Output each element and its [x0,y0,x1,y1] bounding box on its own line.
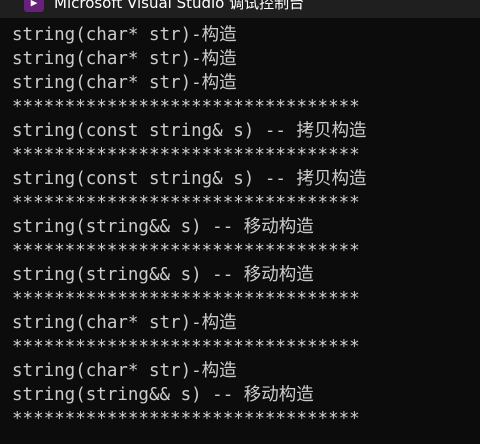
console-line: string(const string& s) -- 拷贝构造 [12,121,367,141]
console-line: string(string&& s) -- 移动构造 [12,265,314,285]
console-line: string(string&& s) -- 移动构造 [12,385,314,405]
console-separator: ********************************* [12,241,360,261]
console-window: ▶ Microsoft Visual Studio 调试控制台 string(c… [0,0,480,444]
console-line: string(char* str)-构造 [12,73,237,93]
console-separator: ********************************* [12,97,360,117]
console-separator: ********************************* [12,289,360,309]
title-bar[interactable]: ▶ Microsoft Visual Studio 调试控制台 [0,0,480,18]
console-line: string(char* str)-构造 [12,49,237,69]
console-separator: ********************************* [12,145,360,165]
console-line: string(string&& s) -- 移动构造 [12,217,314,237]
console-separator: ********************************* [12,193,360,213]
window-title: Microsoft Visual Studio 调试控制台 [54,0,305,12]
visual-studio-icon: ▶ [24,0,44,12]
console-separator: ********************************* [12,337,360,357]
console-line: string(char* str)-构造 [12,25,237,45]
console-separator: ********************************* [12,409,360,429]
console-line: string(const string& s) -- 拷贝构造 [12,169,367,189]
console-line: string(char* str)-构造 [12,361,237,381]
console-output[interactable]: string(char* str)-构造 string(char* str)-构… [12,23,480,431]
console-line: string(char* str)-构造 [12,313,237,333]
